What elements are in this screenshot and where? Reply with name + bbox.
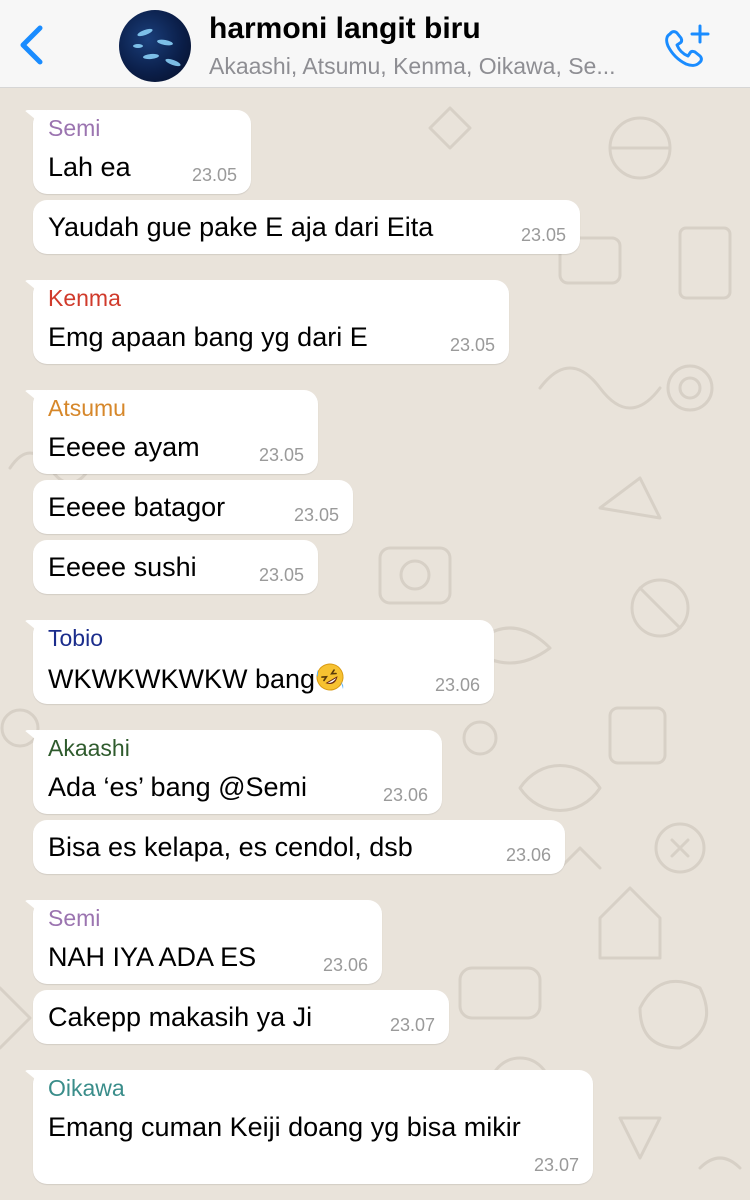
message-text: Bisa es kelapa, es cendol, dsb (48, 832, 413, 862)
message-time: 23.05 (258, 565, 304, 585)
message-time: 23.05 (449, 335, 495, 355)
back-chevron-icon[interactable] (14, 22, 50, 68)
message-bubble[interactable]: Cakepp makasih ya Ji 23.07 (33, 990, 449, 1044)
sender-name: Oikawa (48, 1075, 125, 1101)
sender-name: Kenma (48, 285, 121, 311)
add-call-icon[interactable] (660, 22, 712, 68)
message-text: Ada ‘es’ bang @Semi (48, 772, 308, 802)
message-time: 23.06 (434, 675, 480, 695)
sender-name: Semi (48, 115, 101, 141)
message-time: 23.06 (382, 785, 428, 805)
chat-header: harmoni langit biru Akaashi, Atsumu, Ken… (0, 0, 750, 88)
sender-name: Tobio (48, 625, 103, 651)
message-time: 23.06 (505, 845, 551, 865)
message-text: Yaudah gue pake E aja dari Eita (48, 212, 434, 242)
message-bubble[interactable]: Bisa es kelapa, es cendol, dsb 23.06 (33, 820, 565, 874)
message-time: 23.07 (533, 1155, 579, 1175)
message-bubble[interactable]: Akaashi Ada ‘es’ bang @Semi 23.06 (33, 730, 442, 814)
message-text: NAH IYA ADA ES (48, 942, 257, 972)
sender-name: Akaashi (48, 735, 130, 761)
group-avatar[interactable] (119, 10, 191, 82)
sender-name: Semi (48, 905, 101, 931)
message-text: Emg apaan bang yg dari E (48, 322, 368, 352)
message-time: 23.07 (389, 1015, 435, 1035)
message-bubble[interactable]: Oikawa Emang cuman Keiji doang yg bisa m… (33, 1070, 593, 1184)
message-bubble[interactable]: Yaudah gue pake E aja dari Eita 23.05 (33, 200, 580, 254)
message-time: 23.05 (520, 225, 566, 245)
sender-name: Atsumu (48, 395, 126, 421)
message-bubble[interactable]: Tobio WKWKWKWKW bang 23.06 (33, 620, 494, 704)
rolling-on-floor-laughing-icon (316, 663, 344, 691)
message-bubble[interactable]: Semi Lah ea 23.05 (33, 110, 251, 194)
message-text: Eeeee ayam (48, 432, 200, 462)
message-time: 23.05 (191, 165, 237, 185)
message-bubble[interactable]: Eeeee sushi 23.05 (33, 540, 318, 594)
group-members[interactable]: Akaashi, Atsumu, Kenma, Oikawa, Se... (209, 53, 649, 80)
message-time: 23.05 (293, 505, 339, 525)
message-text: Lah ea (48, 152, 131, 182)
message-text: Eeeee sushi (48, 552, 197, 582)
message-text: Cakepp makasih ya Ji (48, 1002, 313, 1032)
message-text: Emang cuman Keiji doang yg bisa mikir (48, 1112, 521, 1142)
group-title[interactable]: harmoni langit biru (209, 12, 481, 46)
message-bubble[interactable]: Atsumu Eeeee ayam 23.05 (33, 390, 318, 474)
message-bubble[interactable]: Semi NAH IYA ADA ES 23.06 (33, 900, 382, 984)
message-time: 23.05 (258, 445, 304, 465)
message-text-content: WKWKWKWKW bang (48, 664, 316, 694)
message-text: WKWKWKWKW bang (48, 662, 345, 695)
message-bubble[interactable]: Eeeee batagor 23.05 (33, 480, 353, 534)
message-text: Eeeee batagor (48, 492, 226, 522)
message-time: 23.06 (322, 955, 368, 975)
message-bubble[interactable]: Kenma Emg apaan bang yg dari E 23.05 (33, 280, 509, 364)
